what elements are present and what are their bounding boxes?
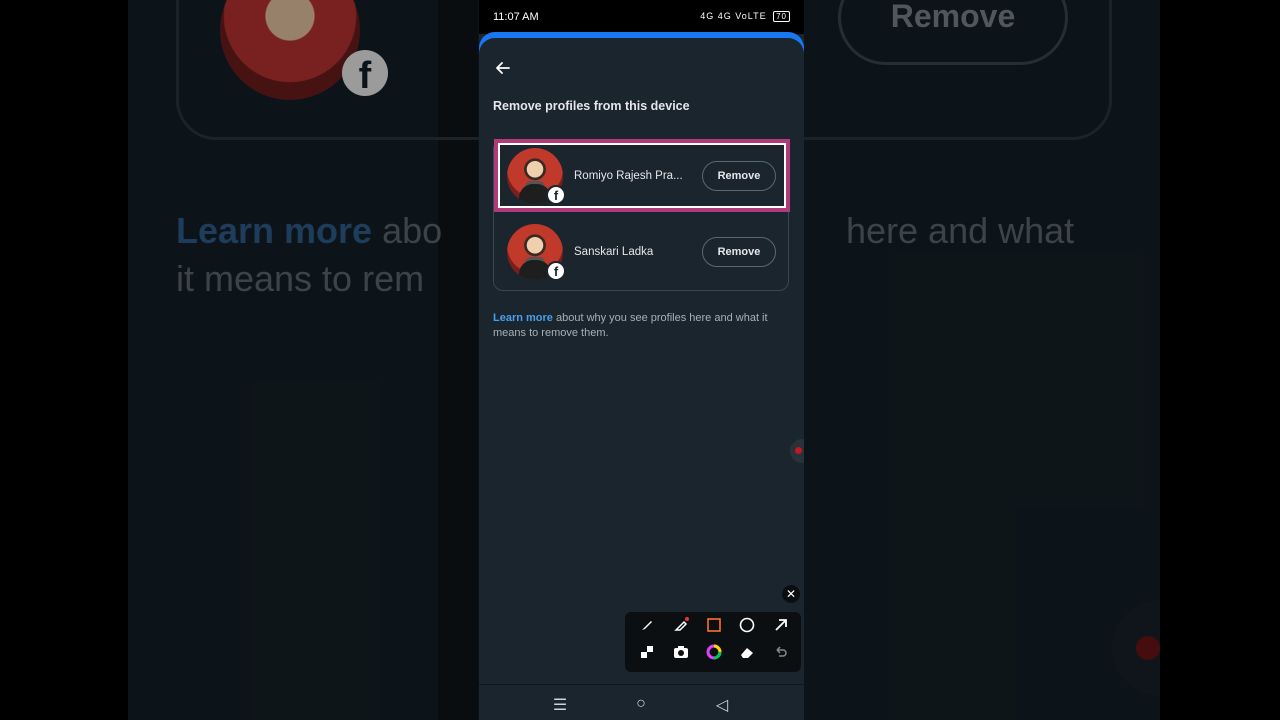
brush-icon[interactable]: [636, 617, 658, 639]
battery-icon: 70: [773, 11, 790, 22]
phone-screen: 11:07 AM 4G 4G VoLTE 70 Remove profiles …: [479, 0, 804, 720]
profile-row[interactable]: f Romiyo Rajesh Pra... Remove: [494, 139, 790, 216]
marker-icon[interactable]: [670, 617, 692, 639]
system-navbar: ☰ ○ ◁: [479, 684, 804, 720]
recent-apps-icon[interactable]: ☰: [550, 695, 570, 715]
facebook-icon: f: [546, 185, 566, 205]
camera-icon[interactable]: [670, 644, 692, 666]
undo-icon[interactable]: [770, 644, 792, 666]
status-bar: 11:07 AM 4G 4G VoLTE 70: [479, 0, 804, 34]
info-text: Learn more about why you see profiles he…: [493, 312, 768, 339]
profile-name: Romiyo Rajesh Pra...: [574, 170, 683, 182]
drawing-toolbox: [625, 612, 801, 672]
facebook-icon: f: [546, 261, 566, 281]
profile-list: f Romiyo Rajesh Pra... Remove f Sanskari…: [493, 139, 790, 292]
toolbox-close-icon[interactable]: ✕: [782, 585, 800, 603]
home-icon[interactable]: ○: [631, 695, 651, 713]
profile-row[interactable]: f Sanskari Ladka Remove: [494, 216, 790, 292]
remove-button[interactable]: Remove: [702, 161, 776, 191]
learn-more-link[interactable]: Learn more: [493, 312, 553, 324]
arrow-icon[interactable]: [770, 617, 792, 639]
status-time: 11:07 AM: [493, 11, 539, 23]
eraser-icon[interactable]: [736, 644, 758, 666]
circle-icon[interactable]: [736, 617, 758, 639]
status-icons: 4G 4G VoLTE 70: [700, 11, 790, 22]
back-arrow-icon[interactable]: [493, 58, 513, 78]
remove-button[interactable]: Remove: [702, 237, 776, 267]
mosaic-icon[interactable]: [636, 644, 658, 666]
back-nav-icon[interactable]: ◁: [712, 695, 732, 715]
page-title: Remove profiles from this device: [493, 99, 690, 113]
rectangle-icon[interactable]: [703, 617, 725, 639]
profile-name: Sanskari Ladka: [574, 246, 654, 258]
bottom-sheet: [479, 38, 804, 684]
color-icon[interactable]: [703, 644, 725, 666]
